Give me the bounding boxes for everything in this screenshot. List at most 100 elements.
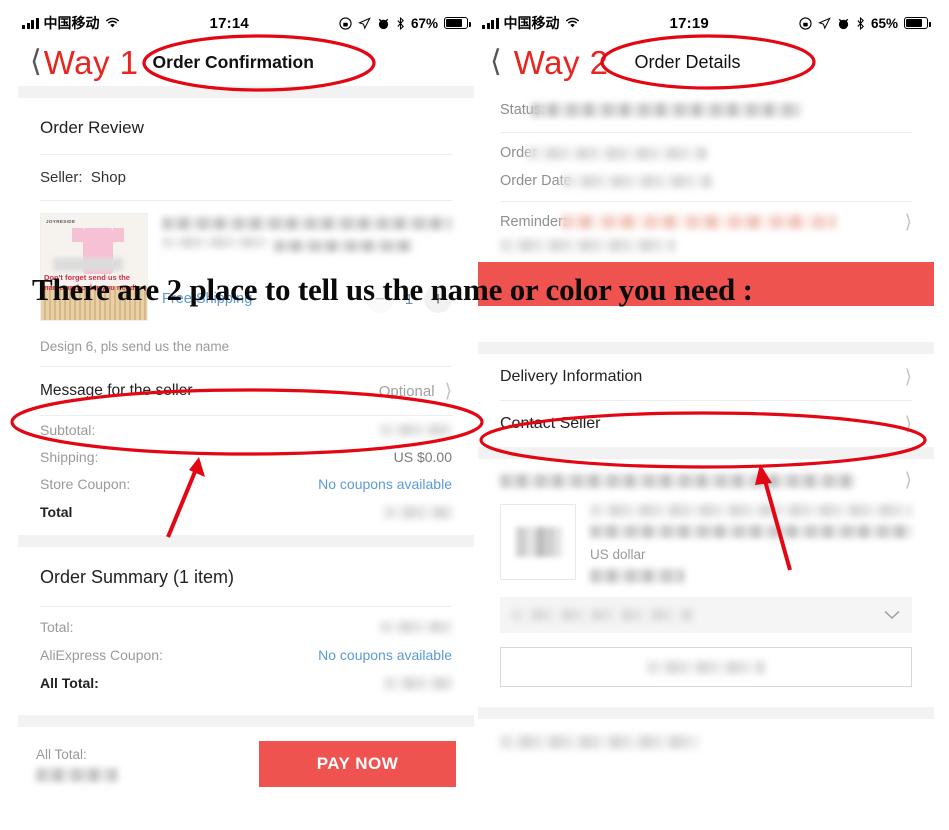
order-id-redaction xyxy=(527,146,708,160)
thumbnail-redaction xyxy=(53,258,123,271)
nav-bar-left: ⟨ Way 1 Order Confirmation xyxy=(18,38,474,86)
action-outline-button[interactable] xyxy=(500,647,912,687)
way-1-annotation-label: Way 1 xyxy=(43,43,139,81)
page-title: Order Confirmation xyxy=(152,51,314,72)
back-button[interactable]: ⟨ xyxy=(30,47,42,77)
reminder-label: Reminder: xyxy=(500,214,567,230)
carrier-label: 中国移动 xyxy=(43,15,100,31)
seller-row[interactable]: Seller: Shop xyxy=(40,155,452,200)
battery-icon xyxy=(444,17,471,29)
nav-bar-right: ⟨ Way 2 Order Details xyxy=(478,38,934,86)
carrier-label: 中国移动 xyxy=(503,15,560,31)
message-for-seller-row[interactable]: Message for the seller Optional ⟩ xyxy=(40,367,452,415)
clock-label: 17:19 xyxy=(669,14,709,32)
section-divider xyxy=(478,342,934,354)
store-coupon-row[interactable]: Store Coupon: No coupons available xyxy=(40,470,452,497)
screenshot-root: 中国移动 17:14 67% ⟨ Way 1 Order Confirmatio… xyxy=(0,0,949,830)
store-header-row[interactable]: ⟩ xyxy=(478,459,934,490)
signal-bars-icon xyxy=(22,17,39,29)
section-divider xyxy=(478,707,934,719)
item-price-redaction xyxy=(590,569,684,583)
shipping-value: US $0.00 xyxy=(393,448,452,465)
option-select[interactable] xyxy=(500,597,912,633)
reminder-secondary-redaction xyxy=(500,239,675,253)
phone-screen-way-1: 中国移动 17:14 67% ⟨ Way 1 Order Confirmatio… xyxy=(18,8,474,823)
wifi-icon xyxy=(565,17,579,28)
location-arrow-icon xyxy=(818,16,831,29)
store-name-redaction xyxy=(500,473,855,488)
battery-percent-label: 65% xyxy=(870,15,898,31)
battery-icon xyxy=(904,17,931,29)
total-row: Total xyxy=(40,497,452,527)
subtotal-row: Subtotal: xyxy=(40,416,452,443)
aliexpress-coupon-value[interactable]: No coupons available xyxy=(318,647,452,663)
signal-bars-icon xyxy=(482,17,499,29)
section-divider xyxy=(18,535,474,547)
order-details-section: Status: Order Order Date Reminder: ⟩ xyxy=(478,86,934,254)
order-date-row: Order Date xyxy=(500,167,912,195)
design-note: Design 6, pls send us the name xyxy=(40,339,230,354)
seller-label: Seller: xyxy=(40,169,83,186)
delivery-information-row[interactable]: Delivery Information ⟩ xyxy=(478,354,934,400)
rotation-lock-icon xyxy=(799,16,812,30)
way-2-annotation-label: Way 2 xyxy=(513,43,609,81)
bluetooth-icon xyxy=(397,16,404,30)
contact-seller-label: Contact Seller xyxy=(500,415,601,432)
store-coupon-value[interactable]: No coupons available xyxy=(318,476,452,492)
divider xyxy=(500,132,912,133)
item-subtitle-redaction xyxy=(590,525,912,539)
phone-screen-way-2: 中国移动 17:19 65% ⟨ Way 2 Order Details Sta… xyxy=(478,8,934,823)
delivery-information-label: Delivery Information xyxy=(500,368,643,385)
subtotal-label: Subtotal: xyxy=(40,421,96,438)
summary-total-label: Total: xyxy=(40,619,74,635)
wifi-icon xyxy=(105,17,119,28)
section-divider xyxy=(18,715,474,727)
paybar-amount-redaction xyxy=(36,767,118,782)
shipping-label: Shipping: xyxy=(40,448,99,465)
order-summary-section: Order Summary (1 item) Total: AliExpress… xyxy=(18,547,474,697)
all-total-label: All Total: xyxy=(40,675,99,691)
total-label: Total xyxy=(40,504,73,520)
subtotal-value-redaction xyxy=(380,423,452,436)
aliexpress-coupon-row[interactable]: AliExpress Coupon: No coupons available xyxy=(40,641,452,669)
rotation-lock-icon xyxy=(339,16,352,30)
order-review-title: Order Review xyxy=(40,118,144,137)
battery-percent-label: 67% xyxy=(410,15,438,31)
shipping-row: Shipping: US $0.00 xyxy=(40,443,452,470)
paybar-all-total-label: All Total: xyxy=(36,746,87,762)
product-title-redaction-2 xyxy=(162,237,270,249)
section-divider xyxy=(478,447,934,459)
product-title-redaction xyxy=(162,217,452,230)
footer-redaction xyxy=(500,734,700,749)
aliexpress-coupon-label: AliExpress Coupon: xyxy=(40,647,163,663)
divider xyxy=(40,606,452,607)
pay-bar: All Total: PAY NOW xyxy=(18,727,474,787)
nav-divider xyxy=(18,86,474,98)
all-total-redaction xyxy=(384,676,452,690)
order-review-section: Order Review Seller: Shop JOYRESIDE Don'… xyxy=(18,98,474,527)
product-variant-redaction xyxy=(273,239,413,252)
chevron-right-icon: ⟩ xyxy=(904,413,912,435)
chevron-down-icon xyxy=(884,610,900,619)
status-value-redaction xyxy=(531,103,802,117)
summary-total-redaction xyxy=(380,621,452,633)
thumbnail-brand-label: JOYRESIDE xyxy=(46,219,76,224)
footer-row xyxy=(478,719,934,751)
contact-seller-row[interactable]: Contact Seller ⟩ xyxy=(478,401,934,447)
all-total-row: All Total: xyxy=(40,669,452,697)
location-arrow-icon xyxy=(358,16,371,29)
seller-name: Shop xyxy=(90,169,126,186)
order-date-redaction xyxy=(561,174,712,188)
chevron-right-icon: ⟩ xyxy=(904,211,912,233)
pay-now-button[interactable]: PAY NOW xyxy=(259,741,456,787)
action-button-label-redaction xyxy=(647,660,765,674)
order-item-card[interactable]: US dollar xyxy=(478,490,934,587)
product-row[interactable]: JOYRESIDE Don't forget send us the name … xyxy=(40,201,452,329)
back-button[interactable]: ⟨ xyxy=(490,47,502,77)
order-date-label: Order Date xyxy=(500,173,572,189)
item-thumbnail[interactable] xyxy=(500,504,576,580)
status-bar-left: 中国移动 17:14 67% xyxy=(18,8,474,38)
summary-total-row: Total: xyxy=(40,613,452,641)
total-value-redaction xyxy=(384,505,452,519)
bluetooth-icon xyxy=(857,16,864,30)
